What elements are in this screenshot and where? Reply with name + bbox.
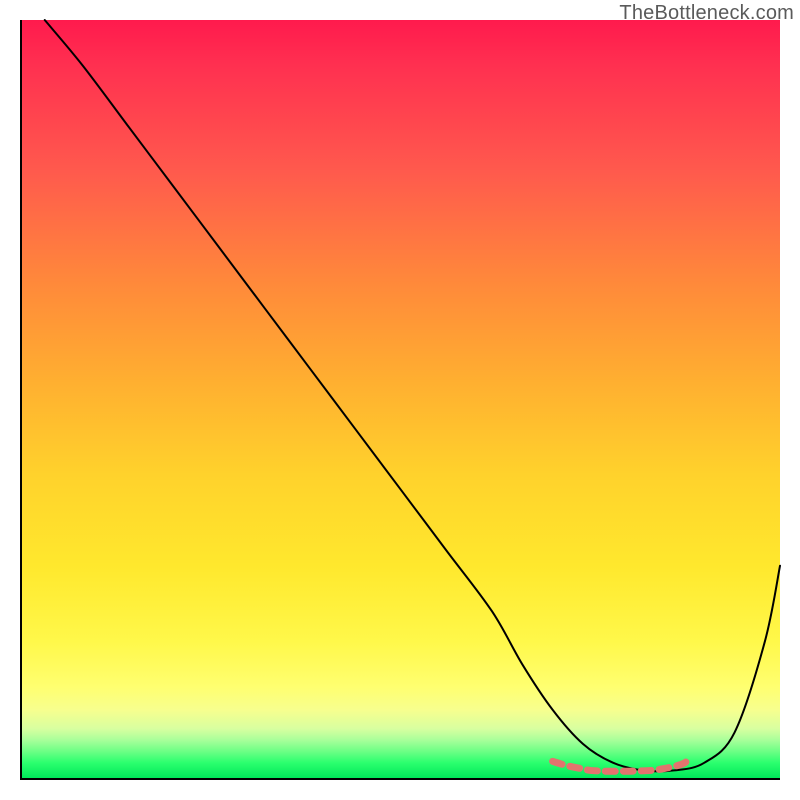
chart-svg (22, 20, 780, 778)
bottleneck-curve (45, 20, 780, 771)
plot-area (20, 20, 780, 780)
chart-container: TheBottleneck.com (0, 0, 800, 800)
